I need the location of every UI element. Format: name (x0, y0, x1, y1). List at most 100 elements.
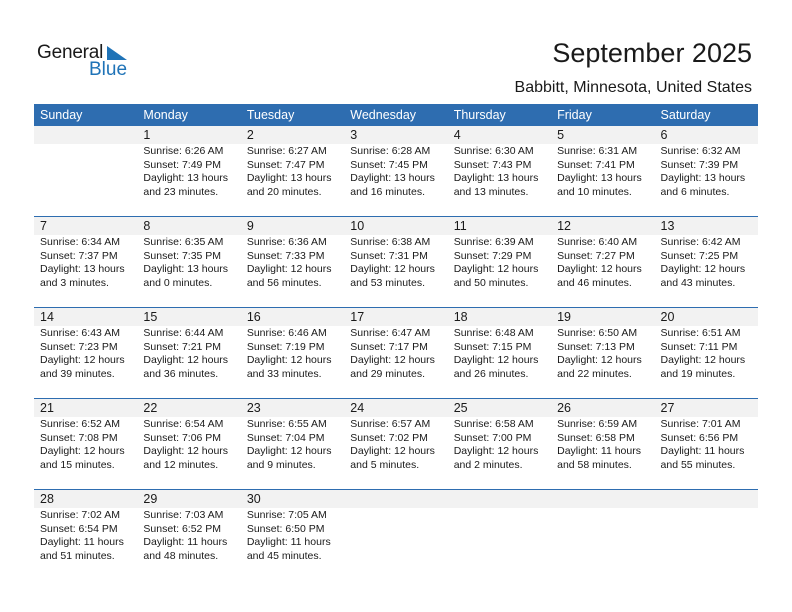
day-number: 26 (557, 401, 572, 415)
day-cell: Sunrise: 6:26 AM Sunset: 7:49 PM Daylight:… (137, 144, 240, 199)
daylight-duration: Daylight: 11 hours (660, 445, 745, 457)
location-subtitle: Babbitt, Minnesota, United States (514, 79, 752, 96)
daylight-duration: Daylight: 12 hours (143, 354, 229, 366)
day-cell: Sunrise: 6:32 AM Sunset: 7:39 PM Daylight:… (655, 144, 758, 199)
day-cell: Sunrise: 6:57 AM Sunset: 7:02 PM Daylight:… (344, 417, 447, 472)
sunrise-time: Sunrise: 6:54 AM (143, 418, 224, 430)
day-number: 11 (453, 219, 467, 233)
day-cell: Sunrise: 7:02 AM Sunset: 6:54 PM Daylight:… (34, 508, 137, 563)
daylight-duration: and 36 minutes. (143, 367, 219, 380)
daylight-duration: and 29 minutes. (350, 367, 425, 380)
day-info-row: Sunrise: 7:02 AM Sunset: 6:54 PM Daylight:… (34, 508, 758, 563)
sunset-time: Sunset: 7:11 PM (660, 340, 738, 353)
daylight-duration: Daylight: 12 hours (453, 354, 539, 366)
day-number: 1 (143, 128, 151, 142)
sunset-time: Sunset: 7:27 PM (557, 249, 635, 262)
day-number: 10 (350, 219, 365, 233)
day-number: 27 (660, 401, 675, 415)
daylight-duration: and 15 minutes. (40, 458, 115, 471)
daylight-duration: and 50 minutes. (453, 276, 529, 289)
day-cell: Sunrise: 6:30 AM Sunset: 7:43 PM Daylight:… (448, 144, 551, 199)
daylight-duration: Daylight: 13 hours (40, 263, 125, 275)
sunset-time: Sunset: 7:45 PM (350, 158, 428, 171)
day-number: 30 (246, 492, 261, 506)
sunset-time: Sunset: 6:58 PM (557, 431, 635, 444)
day-number: 9 (246, 219, 254, 233)
day-cell: Sunrise: 6:54 AM Sunset: 7:06 PM Daylight:… (137, 417, 240, 472)
day-number: 3 (350, 128, 358, 142)
sunset-time: Sunset: 7:39 PM (660, 158, 739, 171)
sunrise-time: Sunrise: 6:55 AM (246, 418, 327, 430)
daylight-duration: Daylight: 12 hours (660, 263, 746, 275)
daylight-duration: and 6 minutes. (660, 185, 730, 198)
day-number: 25 (453, 401, 468, 415)
daylight-duration: Daylight: 12 hours (246, 263, 332, 275)
daylight-duration: and 58 minutes. (557, 458, 632, 471)
daylight-duration: Daylight: 13 hours (453, 172, 539, 184)
day-number (448, 490, 551, 508)
daylight-duration: and 33 minutes. (246, 367, 322, 380)
daylight-duration: and 26 minutes. (453, 367, 529, 380)
sunset-time: Sunset: 7:35 PM (143, 249, 222, 262)
sunrise-time: Sunrise: 6:38 AM (350, 236, 431, 248)
day-info-row: Sunrise: 6:43 AM Sunset: 7:23 PM Daylight:… (34, 326, 758, 381)
day-number: 14 (40, 310, 54, 324)
day-number: 7 (40, 219, 47, 233)
day-number: 20 (660, 310, 675, 324)
sunrise-time: Sunrise: 6:28 AM (350, 145, 431, 157)
sunrise-time: Sunrise: 6:27 AM (246, 145, 327, 157)
daylight-duration: Daylight: 12 hours (660, 354, 746, 366)
day-number: 12 (557, 219, 572, 233)
day-cell: Sunrise: 6:27 AM Sunset: 7:47 PM Daylight:… (241, 144, 344, 199)
daylight-duration: Daylight: 12 hours (350, 445, 435, 457)
daylight-duration: Daylight: 11 hours (143, 536, 228, 548)
day-number: 4 (453, 128, 461, 142)
day-cell: Sunrise: 6:42 AM Sunset: 7:25 PM Daylight:… (655, 235, 758, 290)
day-cell: Sunrise: 6:40 AM Sunset: 7:27 PM Daylight:… (551, 235, 654, 290)
day-info-row: Sunrise: 6:26 AM Sunset: 7:49 PM Daylight:… (34, 144, 758, 199)
day-cell: Sunrise: 7:05 AM Sunset: 6:50 PM Daylight:… (241, 508, 344, 563)
daylight-duration: Daylight: 12 hours (453, 263, 539, 275)
weekday-tuesday: Tuesday (246, 108, 295, 122)
day-number: 29 (143, 492, 158, 506)
sunrise-time: Sunrise: 6:46 AM (246, 327, 327, 339)
day-cell: Sunrise: 6:28 AM Sunset: 7:45 PM Daylight:… (344, 144, 447, 199)
sunset-time: Sunset: 7:19 PM (246, 340, 325, 353)
weekday-saturday: Saturday (660, 108, 711, 122)
day-number-row: 14 15 16 17 18 19 20 (34, 308, 758, 326)
day-cell: Sunrise: 6:31 AM Sunset: 7:41 PM Daylight:… (551, 144, 654, 199)
daylight-duration: Daylight: 12 hours (40, 354, 125, 366)
sunset-time: Sunset: 7:21 PM (143, 340, 222, 353)
day-cell: Sunrise: 6:43 AM Sunset: 7:23 PM Daylight:… (34, 326, 137, 381)
day-number: 8 (143, 219, 151, 233)
daylight-duration: and 13 minutes. (453, 185, 529, 198)
sunset-time: Sunset: 6:52 PM (143, 522, 222, 535)
day-cell: Sunrise: 6:34 AM Sunset: 7:37 PM Daylight:… (34, 235, 137, 290)
daylight-duration: and 20 minutes. (246, 185, 322, 198)
daylight-duration: Daylight: 11 hours (40, 536, 124, 548)
empty-day-cell (551, 508, 654, 563)
week-row: 7 8 9 10 11 12 13 Sunrise: 6:34 AM Sunset: 7:37 … (34, 216, 758, 307)
day-cell: Sunrise: 6:36 AM Sunset: 7:33 PM Daylight:… (241, 235, 344, 290)
daylight-duration: and 19 minutes. (660, 367, 736, 380)
page-title: September 2025 (552, 38, 752, 68)
day-cell: Sunrise: 6:48 AM Sunset: 7:15 PM Daylight:… (448, 326, 551, 381)
day-number: 22 (143, 401, 158, 415)
daylight-duration: and 2 minutes. (453, 458, 523, 471)
sunrise-time: Sunrise: 6:59 AM (557, 418, 638, 430)
sunset-time: Sunset: 7:33 PM (246, 249, 325, 262)
day-cell: Sunrise: 6:59 AM Sunset: 6:58 PM Daylight:… (551, 417, 654, 472)
sunset-time: Sunset: 7:29 PM (453, 249, 532, 262)
empty-day-cell (344, 508, 447, 563)
day-cell: Sunrise: 6:39 AM Sunset: 7:29 PM Daylight:… (448, 235, 551, 290)
day-number: 2 (246, 128, 254, 142)
sunrise-time: Sunrise: 6:32 AM (660, 145, 741, 157)
sunset-time: Sunset: 7:43 PM (453, 158, 532, 171)
empty-day-cell (34, 144, 137, 199)
sunrise-time: Sunrise: 6:57 AM (350, 418, 431, 430)
sunset-time: Sunset: 7:17 PM (350, 340, 428, 353)
day-cell: Sunrise: 6:51 AM Sunset: 7:11 PM Daylight:… (655, 326, 758, 381)
sunrise-time: Sunrise: 6:50 AM (557, 327, 638, 339)
daylight-duration: and 56 minutes. (246, 276, 322, 289)
sunrise-time: Sunrise: 7:02 AM (40, 509, 120, 521)
